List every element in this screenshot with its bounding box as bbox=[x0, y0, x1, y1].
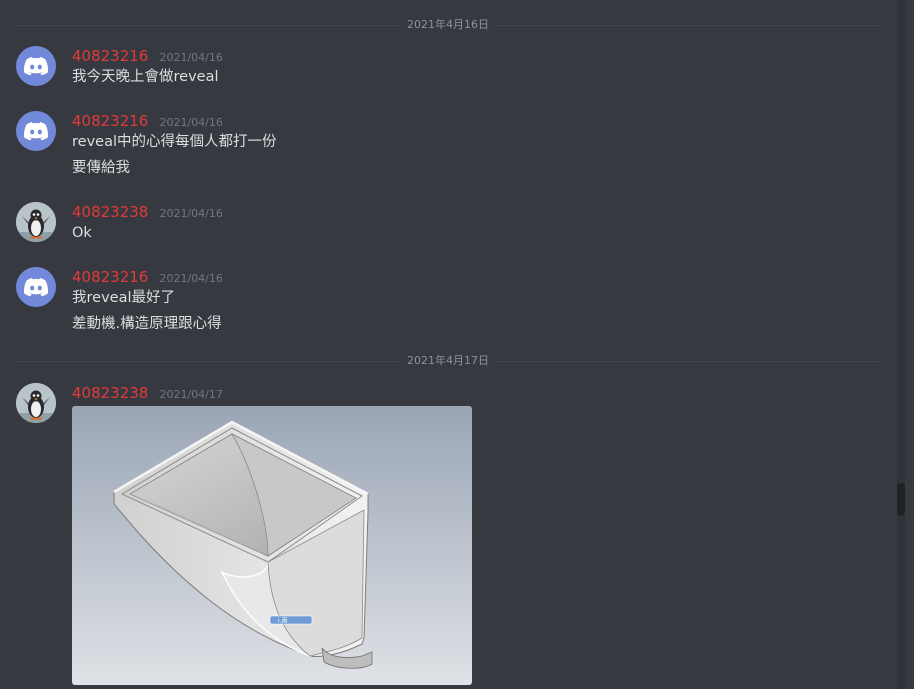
scrollbar-thumb[interactable] bbox=[897, 483, 905, 516]
avatar[interactable] bbox=[16, 202, 56, 242]
avatar[interactable] bbox=[16, 111, 56, 151]
avatar[interactable] bbox=[16, 267, 56, 307]
message-header: 40823216 2021/04/16 bbox=[72, 111, 223, 131]
discord-logo-icon bbox=[23, 278, 49, 297]
date-divider-label: 2021年4月16日 bbox=[401, 17, 495, 33]
message-text: 要傳給我 bbox=[72, 160, 130, 176]
timestamp: 2021/04/17 bbox=[159, 388, 223, 401]
message-text: reveal中的心得每個人都打一份 bbox=[72, 134, 277, 150]
message-header: 40823216 2021/04/16 bbox=[72, 46, 223, 66]
timestamp: 2021/04/16 bbox=[159, 207, 223, 220]
message-text: 差動機.構造原理跟心得 bbox=[72, 316, 222, 332]
cad-dimension-label: i.南 bbox=[278, 617, 288, 625]
cad-render-image: i.南 bbox=[72, 406, 472, 685]
avatar[interactable] bbox=[16, 46, 56, 86]
scrollbar-track[interactable] bbox=[897, 0, 905, 689]
message-header: 40823238 2021/04/17 bbox=[72, 383, 223, 403]
username[interactable]: 40823238 bbox=[72, 203, 148, 221]
date-divider: 2021年4月16日 bbox=[16, 17, 880, 33]
username[interactable]: 40823216 bbox=[72, 268, 148, 286]
avatar[interactable] bbox=[16, 383, 56, 423]
message-text: 我今天晚上會做reveal bbox=[72, 69, 219, 85]
message-header: 40823216 2021/04/16 bbox=[72, 267, 223, 287]
penguin-photo-icon bbox=[16, 383, 56, 423]
message-header: 40823238 2021/04/16 bbox=[72, 202, 223, 222]
timestamp: 2021/04/16 bbox=[159, 51, 223, 64]
timestamp: 2021/04/16 bbox=[159, 116, 223, 129]
discord-logo-icon bbox=[23, 57, 49, 76]
chat-messages-pane[interactable]: 2021年4月16日 40823216 2021/04/16 我今天晚上會做re… bbox=[0, 0, 914, 689]
date-divider: 2021年4月17日 bbox=[16, 353, 880, 369]
username[interactable]: 40823216 bbox=[72, 47, 148, 65]
timestamp: 2021/04/16 bbox=[159, 272, 223, 285]
message-text: 我reveal最好了 bbox=[72, 290, 175, 306]
message-text: Ok bbox=[72, 225, 92, 241]
image-attachment[interactable]: i.南 bbox=[72, 406, 472, 685]
username[interactable]: 40823238 bbox=[72, 384, 148, 402]
date-divider-label: 2021年4月17日 bbox=[401, 353, 495, 369]
penguin-photo-icon bbox=[16, 202, 56, 242]
username[interactable]: 40823216 bbox=[72, 112, 148, 130]
discord-logo-icon bbox=[23, 122, 49, 141]
